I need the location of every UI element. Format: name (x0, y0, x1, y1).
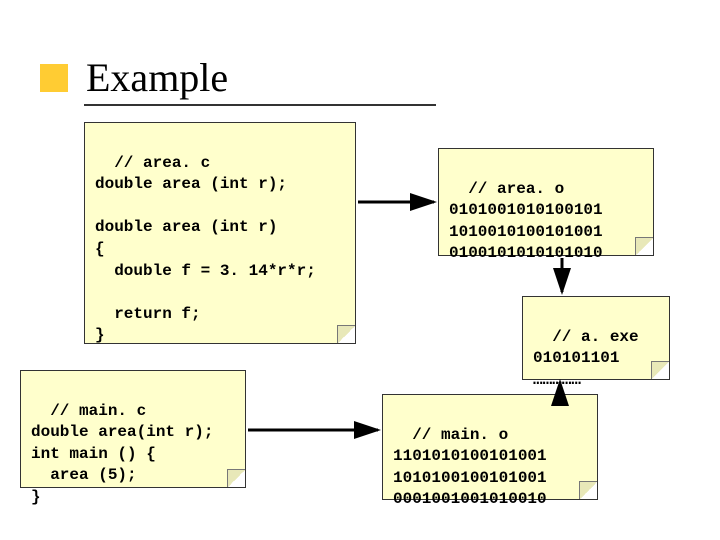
fold-corner-icon (227, 469, 245, 487)
code-main-o: // main. o 1101010100101001 101010010010… (393, 426, 547, 509)
note-main-o: // main. o 1101010100101001 101010010010… (382, 394, 598, 500)
note-a-exe: // a. exe 010101101 …………… (522, 296, 670, 380)
fold-corner-icon (651, 361, 669, 379)
code-main-c: // main. c double area(int r); int main … (31, 402, 213, 506)
note-main-c: // main. c double area(int r); int main … (20, 370, 246, 488)
fold-corner-icon (337, 325, 355, 343)
note-area-o: // area. o 0101001010100101 101001010010… (438, 148, 654, 256)
code-area-c: // area. c double area (int r); double a… (95, 154, 316, 345)
fold-corner-icon (579, 481, 597, 499)
code-a-exe: // a. exe 010101101 …………… (533, 328, 639, 389)
fold-corner-icon (635, 237, 653, 255)
title-underline (84, 104, 436, 106)
slide-title: Example (86, 54, 228, 101)
code-area-o: // area. o 0101001010100101 101001010010… (449, 180, 603, 263)
title-bullet-decor (40, 64, 68, 92)
slide-title-row: Example (40, 54, 228, 101)
note-area-c: // area. c double area (int r); double a… (84, 122, 356, 344)
